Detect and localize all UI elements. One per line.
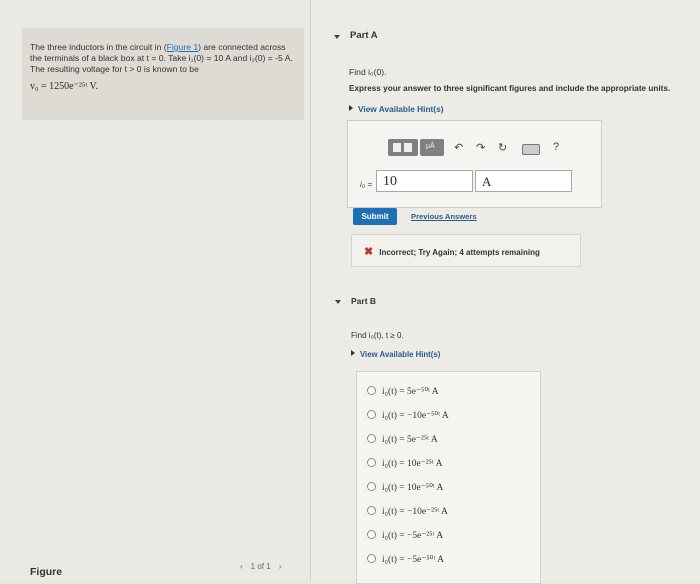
vo-equation: v₀ = 1250e⁻²⁵ᵗ V. <box>30 81 98 92</box>
part-b-title[interactable]: Part B <box>351 296 376 306</box>
problem-statement: The three inductors in the circuit in (F… <box>22 28 304 120</box>
feedback-message: ✖ Incorrect; Try Again; 4 attempts remain… <box>351 234 581 267</box>
answer-label: i₀ = <box>360 180 373 189</box>
choice-label: i₀(t) = 10e⁻²⁵ᵗ A <box>382 459 443 469</box>
incorrect-icon: ✖ <box>364 246 374 258</box>
radio-button[interactable] <box>367 386 376 395</box>
choice-label: i₀(t) = −10e⁻²⁵ᵗ A <box>382 507 448 517</box>
units-icon[interactable]: μÅ <box>420 139 444 156</box>
radio-button[interactable] <box>367 530 376 539</box>
redo-icon[interactable]: ↷ <box>476 141 485 154</box>
reset-icon[interactable]: ↻ <box>498 141 507 154</box>
part-a-question: Find i₀(0). <box>349 67 387 77</box>
choice-item[interactable]: i₀(t) = 5e⁻²⁵ᵗ A <box>367 434 438 452</box>
keyboard-icon[interactable] <box>522 144 540 155</box>
choices-list: i₀(t) = 5e⁻⁵⁰ᵗ A i₀(t) = −10e⁻⁵⁰ᵗ A i₀(t… <box>356 371 541 584</box>
hints-label: View Available Hint(s) <box>360 350 441 359</box>
answer-unit-input[interactable]: A <box>475 170 572 192</box>
choice-item[interactable]: i₀(t) = −10e⁻²⁵ᵗ A <box>367 506 448 524</box>
part-a-hints-link[interactable]: View Available Hint(s) <box>349 104 443 114</box>
templates-icon-glyph-b <box>404 143 412 152</box>
choice-item[interactable]: i₀(t) = 10e⁻²⁵ᵗ A <box>367 458 442 476</box>
choice-item[interactable]: i₀(t) = −5e⁻²⁵ᵗ A <box>367 530 443 548</box>
answer-box: μÅ ↶ ↷ ↻ ? i₀ = 10 A <box>347 120 602 208</box>
templates-icon[interactable] <box>388 139 418 156</box>
expand-hint-icon <box>349 105 353 111</box>
prev-figure-icon[interactable]: ‹ <box>240 562 243 571</box>
radio-button[interactable] <box>367 458 376 467</box>
choice-label: i₀(t) = 5e⁻²⁵ᵗ A <box>382 435 438 445</box>
choice-item[interactable]: i₀(t) = 5e⁻⁵⁰ᵗ A <box>367 386 439 404</box>
question-panel: Part A Find i₀(0). Express your answer t… <box>311 0 700 584</box>
choice-label: i₀(t) = −5e⁻²⁵ᵗ A <box>382 531 444 541</box>
choice-label: i₀(t) = −5e⁻⁵⁰ᵗ A <box>382 555 445 565</box>
answer-value-input[interactable]: 10 <box>376 170 473 192</box>
problem-panel: The three inductors in the circuit in (F… <box>0 0 311 582</box>
undo-icon[interactable]: ↶ <box>454 141 463 154</box>
previous-answers-link[interactable]: Previous Answers <box>411 212 477 221</box>
feedback-text: Incorrect; Try Again; 4 attempts remaini… <box>379 248 540 257</box>
radio-button[interactable] <box>367 482 376 491</box>
choice-item[interactable]: i₀(t) = 10e⁻⁵⁰ᵗ A <box>367 482 443 500</box>
radio-button[interactable] <box>367 410 376 419</box>
choice-label: i₀(t) = 10e⁻⁵⁰ᵗ A <box>382 483 444 493</box>
units-icon-glyph: μÅ <box>426 143 435 150</box>
radio-button[interactable] <box>367 554 376 563</box>
problem-text: The three inductors in the circuit in (F… <box>30 42 296 75</box>
part-a-title[interactable]: Part A <box>350 30 378 41</box>
expand-hint-icon <box>351 350 355 356</box>
radio-button[interactable] <box>367 506 376 515</box>
next-figure-icon[interactable]: › <box>279 562 282 571</box>
part-b-question: Find i₀(t), t ≥ 0. <box>351 331 404 340</box>
part-b-hints-link[interactable]: View Available Hint(s) <box>351 350 440 359</box>
radio-button[interactable] <box>367 434 376 443</box>
templates-icon-glyph-a <box>393 143 401 152</box>
part-a-collapse-icon[interactable] <box>334 35 340 39</box>
figure-pager: ‹ 1 of 1 › <box>236 562 285 571</box>
choice-item[interactable]: i₀(t) = −5e⁻⁵⁰ᵗ A <box>367 554 444 572</box>
figure-label: Figure <box>30 566 63 578</box>
figure-link[interactable]: Figure 1 <box>167 42 199 52</box>
choice-label: i₀(t) = 5e⁻⁵⁰ᵗ A <box>382 387 439 397</box>
figure-pager-text: 1 of 1 <box>250 562 271 571</box>
part-b-collapse-icon[interactable] <box>335 300 341 304</box>
submit-button[interactable]: Submit <box>353 208 397 225</box>
hints-label: View Available Hint(s) <box>358 104 444 114</box>
part-a-instruction: Express your answer to three significant… <box>349 84 671 93</box>
problem-intro: The three inductors in the circuit in ( <box>30 42 167 52</box>
choice-label: i₀(t) = −10e⁻⁵⁰ᵗ A <box>382 411 449 421</box>
help-icon[interactable]: ? <box>553 141 559 153</box>
choice-item[interactable]: i₀(t) = −10e⁻⁵⁰ᵗ A <box>367 410 449 428</box>
